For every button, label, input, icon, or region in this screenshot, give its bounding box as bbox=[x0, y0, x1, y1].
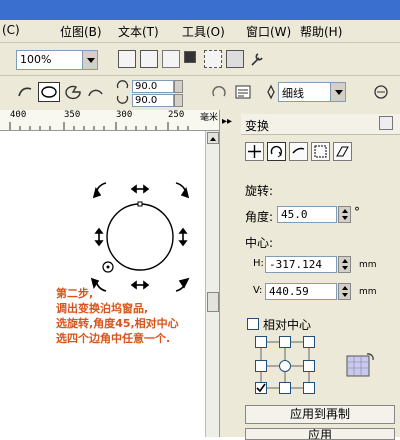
curve-arrow-icon[interactable] bbox=[16, 84, 34, 100]
annotation-line: 第二步, bbox=[56, 287, 94, 300]
center-v-spinner[interactable] bbox=[338, 283, 351, 300]
rotation-end-icon bbox=[116, 93, 130, 105]
annotation-line: 选旋转,角度45,相对中心 bbox=[56, 317, 179, 330]
annotation-line: 调出变换泊坞窗品, bbox=[56, 302, 149, 315]
center-h-spinner[interactable] bbox=[338, 256, 351, 273]
center-v-input[interactable]: 440.59 bbox=[265, 283, 337, 300]
start-angle-input[interactable]: 90.0 bbox=[132, 80, 174, 93]
tab-skew[interactable] bbox=[333, 142, 352, 161]
scrollbar-thumb[interactable] bbox=[207, 292, 219, 312]
menu-item-help[interactable]: 帮助(H) bbox=[300, 23, 342, 40]
page-frame-icon[interactable] bbox=[140, 50, 158, 68]
center-h-label: H: bbox=[253, 258, 264, 269]
anchor-bottom-center[interactable] bbox=[279, 382, 291, 394]
angle-input[interactable]: 45.0 bbox=[277, 206, 337, 223]
degree-unit: ° bbox=[354, 205, 360, 219]
convert-icon[interactable] bbox=[372, 84, 390, 100]
docker-title: 变换 bbox=[245, 119, 270, 133]
anchor-middle-right[interactable] bbox=[303, 360, 315, 372]
relative-center-label: 相对中心 bbox=[263, 318, 312, 332]
anchor-top-left[interactable] bbox=[255, 336, 267, 348]
chevron-down-icon[interactable] bbox=[82, 51, 97, 69]
menu-item-tools[interactable]: 工具(O) bbox=[182, 23, 225, 40]
ellipse-tool-icon[interactable] bbox=[38, 82, 60, 102]
direction-toggle-icon[interactable] bbox=[210, 84, 228, 100]
rotation-start-icon bbox=[116, 79, 130, 91]
relative-center-checkbox[interactable] bbox=[247, 318, 259, 330]
apply-to-duplicate-button[interactable]: 应用到再制 bbox=[245, 405, 395, 424]
anchor-top-center[interactable] bbox=[279, 336, 291, 348]
menu-bar: (C) 位图(B) 文本(T) 工具(O) 窗口(W) 帮助(H) bbox=[0, 20, 400, 43]
tutorial-annotation: 第二步, 调出变换泊坞窗品, 选旋转,角度45,相对中心 选四个边角中任意一个. bbox=[56, 286, 226, 346]
tab-position[interactable] bbox=[245, 142, 264, 161]
zoom-level-select[interactable]: 100% bbox=[16, 50, 98, 70]
transform-docker: 变换 旋转: 角度: 45.0 ° 中心: H: -317.124 mm V: … bbox=[241, 110, 400, 440]
square-icon[interactable] bbox=[184, 51, 196, 63]
center-h-input[interactable]: -317.124 bbox=[265, 256, 337, 273]
cube-icon[interactable] bbox=[226, 50, 244, 68]
end-angle-input[interactable]: 90.0 bbox=[132, 94, 174, 107]
scroll-up-button[interactable] bbox=[207, 132, 219, 144]
tab-rotate[interactable] bbox=[267, 142, 286, 161]
angle-spinner[interactable] bbox=[338, 206, 351, 223]
apply-button[interactable]: 应用 bbox=[245, 428, 395, 440]
bounding-box-icon[interactable] bbox=[204, 50, 222, 68]
end-angle-spinner[interactable] bbox=[174, 94, 183, 107]
anchor-middle-left[interactable] bbox=[255, 360, 267, 372]
tab-scale[interactable] bbox=[289, 142, 308, 161]
docker-titlebar: 变换 bbox=[241, 114, 400, 135]
window-titlebar bbox=[0, 0, 400, 20]
anchor-center[interactable] bbox=[279, 360, 291, 372]
import-icon[interactable] bbox=[162, 50, 180, 68]
arc-icon[interactable] bbox=[86, 84, 104, 100]
rotation-section-label: 旋转: bbox=[245, 184, 274, 198]
align-icon[interactable] bbox=[118, 50, 136, 68]
anchor-top-right[interactable] bbox=[303, 336, 315, 348]
standard-toolbar: 100% bbox=[0, 43, 400, 76]
anchor-bottom-left[interactable] bbox=[255, 382, 267, 394]
wrap-text-icon[interactable] bbox=[234, 84, 252, 100]
menu-item-edit[interactable]: (C) bbox=[2, 23, 20, 37]
rotation-preview-icon bbox=[345, 348, 375, 378]
ruler-ticks bbox=[9, 122, 189, 130]
tab-size[interactable] bbox=[311, 142, 330, 161]
drawing-canvas[interactable] bbox=[0, 131, 205, 437]
center-v-unit: mm bbox=[359, 287, 377, 297]
anchor-bottom-right[interactable] bbox=[303, 382, 315, 394]
docker-divider: ▸▸ bbox=[219, 110, 242, 437]
outline-width-value: 细线 bbox=[282, 87, 304, 100]
menu-item-bitmap[interactable]: 位图(B) bbox=[60, 23, 102, 40]
outline-width-select[interactable]: 细线 bbox=[278, 82, 346, 102]
close-icon[interactable] bbox=[379, 116, 393, 130]
start-angle-spinner[interactable] bbox=[174, 80, 183, 93]
zoom-level-value: 100% bbox=[20, 53, 52, 66]
collapse-arrows-icon[interactable]: ▸▸ bbox=[222, 116, 232, 127]
vertical-scrollbar[interactable] bbox=[205, 131, 220, 437]
menu-item-text[interactable]: 文本(T) bbox=[118, 23, 159, 40]
angle-label: 角度: bbox=[245, 210, 274, 224]
wrench-icon[interactable] bbox=[248, 50, 266, 68]
horizontal-ruler: 400 350 300 250 毫米 bbox=[0, 110, 230, 131]
annotation-line: 选四个边角中任意一个. bbox=[56, 332, 171, 345]
center-h-unit: mm bbox=[359, 260, 377, 270]
pie-icon[interactable] bbox=[64, 84, 82, 100]
menu-item-window[interactable]: 窗口(W) bbox=[246, 23, 291, 40]
center-v-label: V: bbox=[253, 285, 263, 296]
chevron-down-icon[interactable] bbox=[330, 83, 345, 101]
center-section-label: 中心: bbox=[245, 236, 274, 250]
